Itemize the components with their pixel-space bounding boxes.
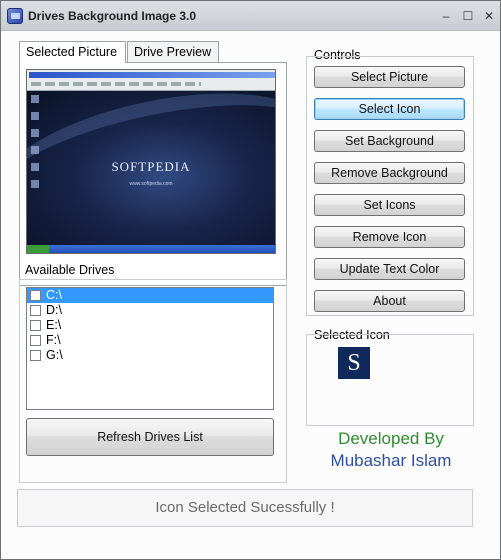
drive-item-f[interactable]: F:\ [27,333,273,348]
refresh-drives-button[interactable]: Refresh Drives List [26,418,274,456]
drive-checkbox[interactable] [30,320,41,331]
select-icon-button[interactable]: Select Icon [314,98,465,120]
softpedia-s-icon: S [338,347,370,379]
set-icons-button[interactable]: Set Icons [314,194,465,216]
developed-by-text: Developed By [338,429,444,448]
drive-checkbox[interactable] [30,335,41,346]
drive-item-d[interactable]: D:\ [27,303,273,318]
selected-icon-group: S [306,334,474,426]
drive-checkbox[interactable] [30,305,41,316]
title-bar[interactable]: Drives Background Image 3.0 – ☐ ✕ [1,1,500,31]
set-background-button[interactable]: Set Background [314,130,465,152]
drive-app-icon [7,8,23,24]
app-window: Drives Background Image 3.0 – ☐ ✕ Select… [0,0,501,560]
close-button[interactable]: ✕ [482,9,496,23]
drive-item-c[interactable]: C:\ [27,288,274,303]
preview-window-chrome [27,70,275,91]
tab-selected-picture[interactable]: Selected Picture [19,41,126,63]
maximize-button[interactable]: ☐ [461,9,475,23]
controls-group: Select Picture Select Icon Set Backgroun… [306,56,474,316]
picture-preview: SOFTPEDIA www.softpedia.com [26,69,276,254]
drive-checkbox[interactable] [30,290,41,301]
tab-drive-preview[interactable]: Drive Preview [127,41,219,62]
preview-logo: SOFTPEDIA [111,159,191,174]
about-button[interactable]: About [314,290,465,312]
minimize-button[interactable]: – [439,9,453,23]
available-drives-group: C:\ D:\ E:\ F:\ G:\ Refresh Drives List [19,279,287,483]
window-title: Drives Background Image 3.0 [28,9,197,23]
tab-panel: SOFTPEDIA www.softpedia.com [19,62,287,286]
available-drives-label: Available Drives [25,263,115,277]
update-text-color-button[interactable]: Update Text Color [314,258,465,280]
select-picture-button[interactable]: Select Picture [314,66,465,88]
remove-icon-button[interactable]: Remove Icon [314,226,465,248]
status-bar: Icon Selected Sucessfully ! [17,489,473,527]
author-name: Mubashar Islam [330,451,452,470]
preview-taskbar [27,245,275,253]
client-area: Selected Picture Drive Preview SOFTPEDIA… [1,32,500,559]
remove-background-button[interactable]: Remove Background [314,162,465,184]
drive-item-g[interactable]: G:\ [27,348,273,363]
preview-url: www.softpedia.com [129,181,173,187]
drive-checkbox[interactable] [30,350,41,361]
drive-item-e[interactable]: E:\ [27,318,273,333]
drive-checklist[interactable]: C:\ D:\ E:\ F:\ G:\ [26,287,274,410]
preview-desktop: SOFTPEDIA www.softpedia.com [27,91,275,247]
